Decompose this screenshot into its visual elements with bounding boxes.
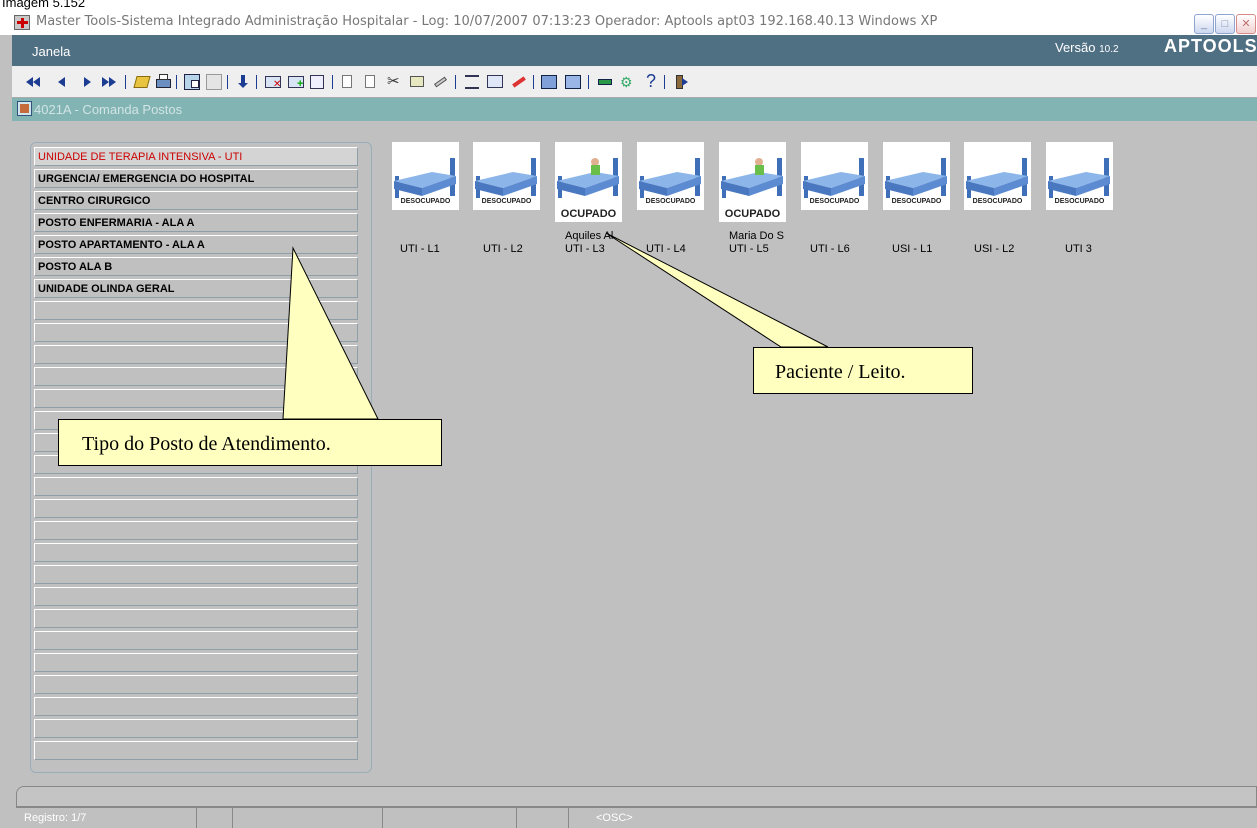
leito-callout-pointer <box>605 232 829 348</box>
status-divider <box>382 808 383 828</box>
status-divider <box>196 808 197 828</box>
posto-callout-text: Tipo do Posto de Atendimento. <box>82 433 331 455</box>
status-divider <box>516 808 517 828</box>
record-counter: Registro: 1/7 <box>24 812 87 824</box>
mode-indicator: <OSC> <box>596 812 633 824</box>
posto-callout: Tipo do Posto de Atendimento. <box>58 419 442 466</box>
callout-arrows <box>282 232 829 420</box>
leito-callout: Paciente / Leito. <box>753 347 973 394</box>
posto-callout-pointer <box>282 246 379 420</box>
status-bar: Registro: 1/7 <OSC> <box>16 807 1257 828</box>
message-frame <box>16 786 1257 807</box>
leito-callout-text: Paciente / Leito. <box>775 361 906 383</box>
status-divider <box>232 808 233 828</box>
status-divider <box>568 808 569 828</box>
